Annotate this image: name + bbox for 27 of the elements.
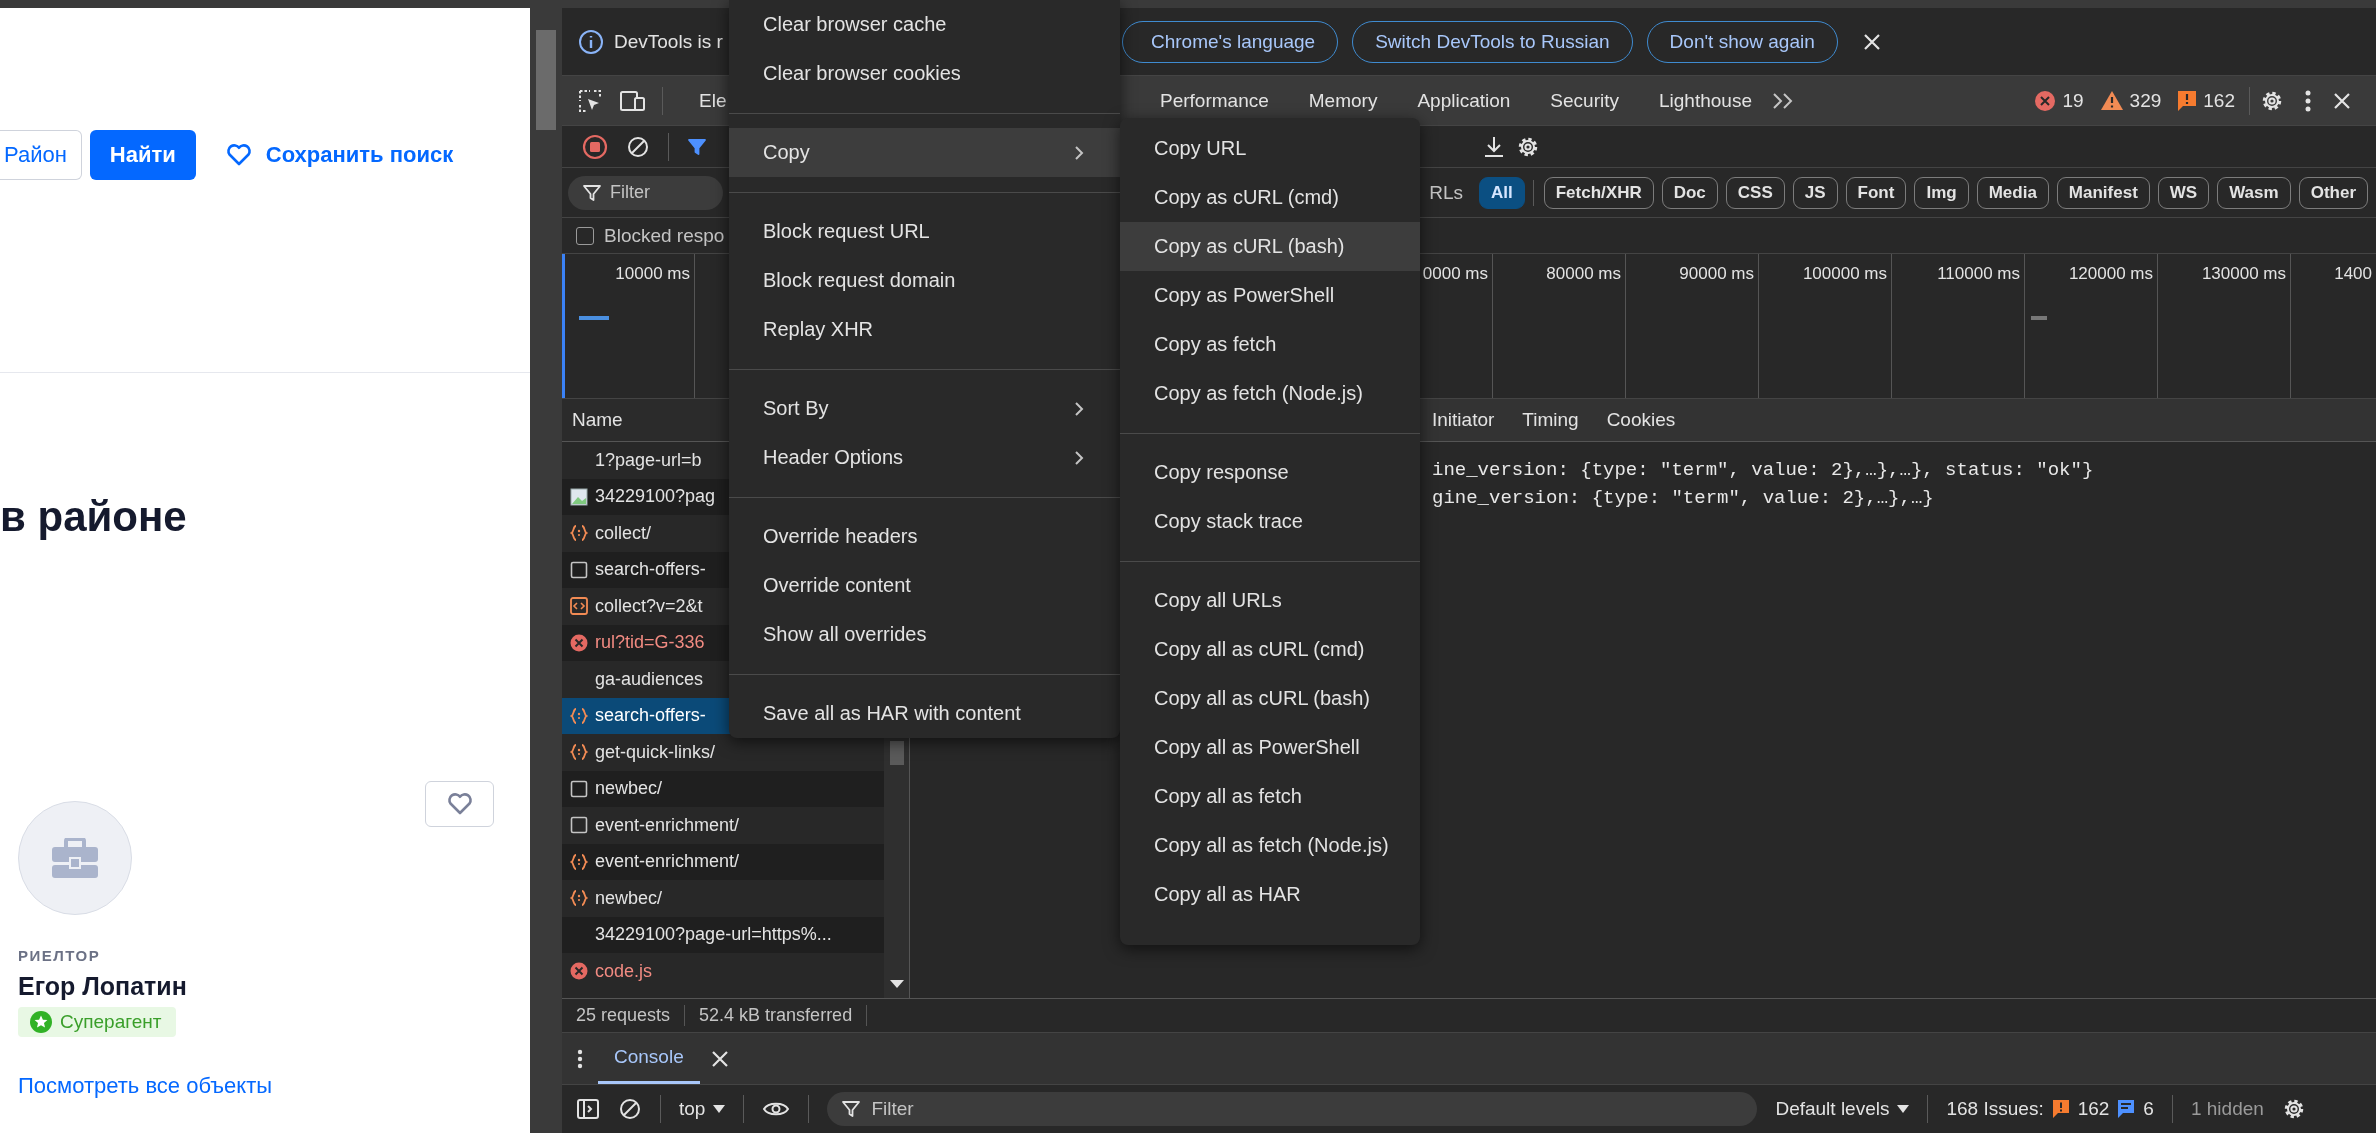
issue-count: 6	[2143, 1098, 2154, 1120]
timeline-tick: 80000 ms	[1546, 264, 1621, 284]
issue-count: 162	[2077, 1098, 2110, 1120]
timeline-tick: 10000 ms	[615, 264, 690, 284]
hidden-count: 1 hidden	[2190, 1098, 2264, 1120]
agent-role: РИЕЛТОР	[18, 947, 101, 964]
response-line: ine_version: {type: "term", value: 2},…},…}, status: "ok"}	[1432, 458, 2095, 483]
issues-label: 168 Issues:	[1946, 1098, 2044, 1120]
timeline-tick: 0000 ms	[1422, 264, 1488, 284]
badge-label: Суперагент	[60, 1011, 162, 1033]
agent-name: Егор Лопатин	[18, 972, 187, 1001]
timeline-tick: 110000 ms	[1937, 264, 2020, 284]
page-heading: в районе	[0, 492, 188, 542]
timeline-tick: 1400	[2334, 264, 2372, 284]
error-count: 19	[2062, 89, 2084, 112]
infobar-message: DevTools is r	[614, 30, 723, 53]
response-line: gine_version: {type: "term", value: 2},…},…}	[1432, 486, 1935, 511]
timeline-tick: 130000 ms	[2201, 264, 2286, 284]
issue-count: 162	[2203, 89, 2235, 112]
request-count: 25 requests	[562, 1005, 686, 1026]
filter-label: RLs	[1429, 181, 1463, 204]
timeline-tick: 120000 ms	[2068, 264, 2153, 284]
timeline-tick: 100000 ms	[1802, 264, 1887, 284]
timeline-tick: 90000 ms	[1679, 264, 1754, 284]
warning-count: 329	[2129, 89, 2162, 112]
transfer-size: 52.4 kB transferred	[685, 1005, 868, 1026]
checkbox-label: Blocked respo	[604, 224, 725, 247]
